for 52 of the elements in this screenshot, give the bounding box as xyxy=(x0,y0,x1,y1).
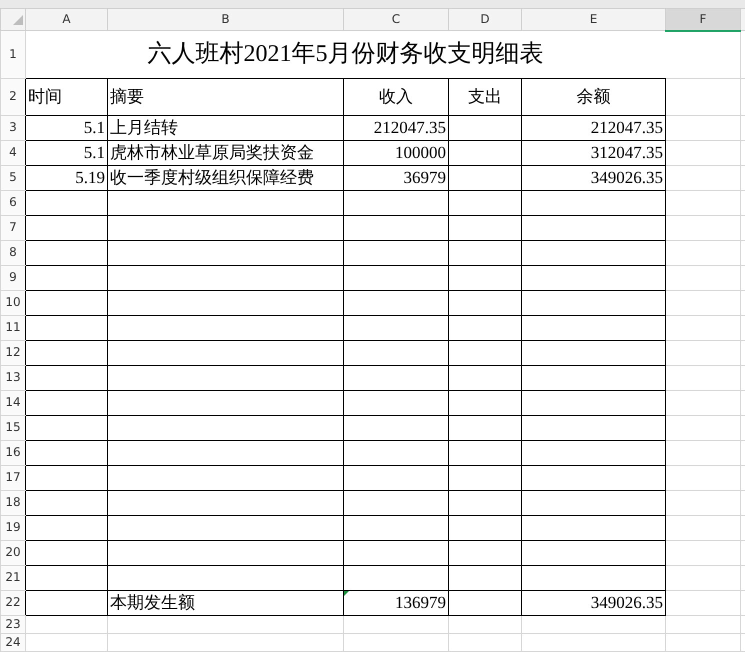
row-number[interactable]: 4 xyxy=(0,140,26,166)
column-title: 支出 xyxy=(468,88,502,106)
table-cell: 212047.35 xyxy=(374,118,446,138)
row-number[interactable]: 7 xyxy=(0,216,26,240)
row-number[interactable]: 15 xyxy=(0,416,26,440)
table-cell: 5.19 xyxy=(75,168,105,188)
column-title: 时间 xyxy=(28,88,62,106)
row-number[interactable]: 1 xyxy=(0,30,26,78)
row-number[interactable]: 12 xyxy=(0,340,26,366)
row-number[interactable]: 23 xyxy=(0,616,26,634)
table-cell: 100000 xyxy=(395,144,446,162)
select-all-icon[interactable] xyxy=(13,14,23,24)
table-cell: 5.1 xyxy=(84,144,105,162)
table-cell: 136979 xyxy=(395,594,446,612)
row-number[interactable]: 10 xyxy=(0,290,26,316)
row-number[interactable]: 3 xyxy=(0,116,26,140)
column-header[interactable]: D xyxy=(448,8,522,30)
row-number[interactable]: 24 xyxy=(0,634,26,652)
table-cell: 312047.35 xyxy=(590,144,663,162)
table-cell: 上月结转 xyxy=(110,118,178,138)
table-cell: 36979 xyxy=(404,168,446,188)
table-cell: 本期发生额 xyxy=(110,594,195,612)
row-number[interactable]: 17 xyxy=(0,466,26,490)
column-header[interactable]: B xyxy=(108,8,344,30)
row-number[interactable]: 21 xyxy=(0,566,26,590)
row-number[interactable]: 19 xyxy=(0,516,26,540)
column-title: 摘要 xyxy=(110,88,144,106)
table-cell: 虎林市林业草原局奖扶资金 xyxy=(110,144,314,162)
row-number[interactable]: 20 xyxy=(0,540,26,566)
row-number[interactable]: 11 xyxy=(0,316,26,340)
row-number[interactable]: 13 xyxy=(0,366,26,390)
column-header[interactable]: C xyxy=(344,8,448,30)
column-title: 收入 xyxy=(379,88,413,106)
row-number[interactable]: 2 xyxy=(0,78,26,116)
row-number[interactable]: 16 xyxy=(0,440,26,466)
row-number[interactable]: 8 xyxy=(0,240,26,266)
table-cell: 349026.35 xyxy=(590,594,663,612)
row-number[interactable]: 18 xyxy=(0,490,26,516)
row-number[interactable]: 22 xyxy=(0,590,26,616)
column-header[interactable]: A xyxy=(26,8,108,30)
row-number[interactable]: 5 xyxy=(0,166,26,190)
sheet-title: 六人班村2021年5月份财务收支明细表 xyxy=(148,41,544,68)
table-cell: 收一季度村级组织保障经费 xyxy=(110,168,314,188)
table-cell: 5.1 xyxy=(84,118,105,138)
table-cell: 212047.35 xyxy=(590,118,663,138)
column-title: 余额 xyxy=(576,88,610,106)
row-number[interactable]: 6 xyxy=(0,190,26,216)
row-number[interactable]: 14 xyxy=(0,390,26,416)
column-header[interactable]: E xyxy=(522,8,666,30)
row-number[interactable]: 9 xyxy=(0,266,26,290)
table-cell: 349026.35 xyxy=(590,168,663,188)
column-header[interactable]: F xyxy=(666,8,740,30)
